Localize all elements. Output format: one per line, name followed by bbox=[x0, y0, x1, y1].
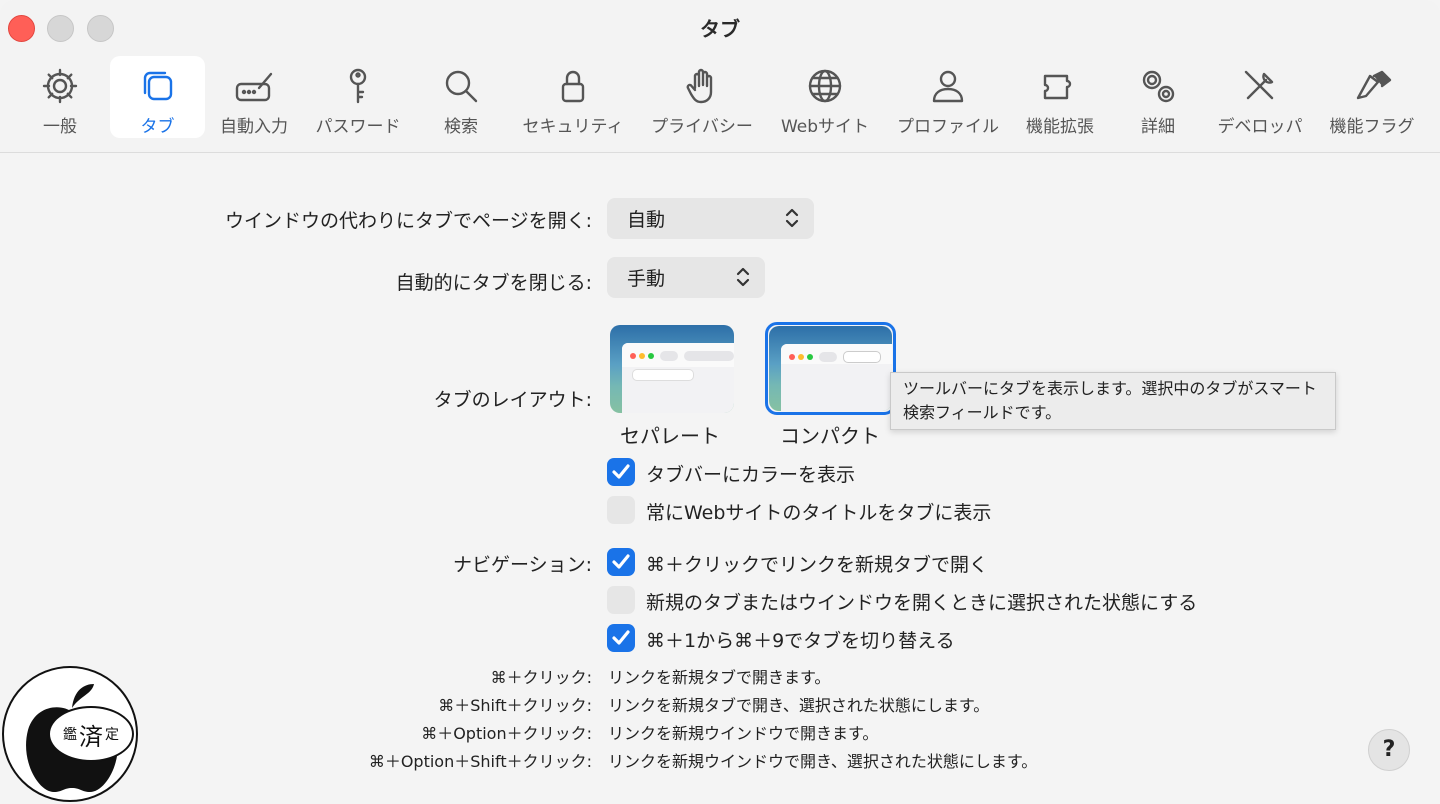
checkmark-icon bbox=[612, 554, 630, 569]
toolbar-label: プライバシー bbox=[651, 117, 753, 137]
toolbar-label: 機能フラグ bbox=[1329, 117, 1415, 137]
titlebar: タブ 一般 タブ 自動入力 パスワード 検索 セキュリティ プライバシー Web… bbox=[0, 0, 1440, 153]
toolbar-label: デベロッパ bbox=[1217, 117, 1303, 137]
toolbar-item-profiles[interactable]: プロファイル bbox=[892, 56, 1004, 138]
shortcut-desc: リンクを新規タブで開きます。 bbox=[608, 668, 831, 687]
toolbar-label: 一般 bbox=[43, 117, 77, 137]
layout-separate-caption: セパレート bbox=[620, 424, 720, 448]
show-title-label: 常にWebサイトのタイトルをタブに表示 bbox=[646, 502, 992, 524]
layout-compact-thumbnail[interactable] bbox=[769, 326, 892, 411]
tabs-icon bbox=[136, 64, 180, 108]
show-color-label: タブバーにカラーを表示 bbox=[646, 464, 856, 486]
toolbar-item-passwords[interactable]: パスワード bbox=[308, 56, 408, 138]
toolbar-item-search[interactable]: 検索 bbox=[425, 56, 497, 138]
gear-icon bbox=[38, 64, 82, 108]
shortcut-key: ⌘＋Shift＋クリック: bbox=[438, 696, 592, 715]
open-pages-value: 自動 bbox=[627, 209, 666, 231]
puzzle-icon bbox=[1038, 64, 1082, 108]
toolbar-item-security[interactable]: セキュリティ bbox=[518, 56, 628, 138]
layout-separate-thumbnail[interactable] bbox=[610, 325, 734, 413]
layout-tooltip: ツールバーにタブを表示します。選択中のタブがスマート検索フィールドです。 bbox=[890, 372, 1336, 430]
magnifier-icon bbox=[439, 64, 483, 108]
shortcut-desc: リンクを新規タブで開き、選択された状態にします。 bbox=[608, 696, 990, 715]
shortcut-key: ⌘＋Option＋Shift＋クリック: bbox=[368, 752, 592, 771]
auto-close-label: 自動的にタブを閉じる: bbox=[395, 272, 592, 294]
toolbar-label: プロファイル bbox=[897, 117, 999, 137]
toolbar-label: 詳細 bbox=[1141, 117, 1175, 137]
cmd-number-label: ⌘＋1から⌘＋9でタブを切り替える bbox=[646, 630, 955, 652]
show-color-checkbox[interactable] bbox=[607, 458, 635, 486]
shortcut-desc: リンクを新規ウインドウで開き、選択された状態にします。 bbox=[608, 752, 1038, 771]
lock-icon bbox=[551, 64, 595, 108]
checkmark-icon bbox=[612, 464, 630, 479]
key-icon bbox=[336, 64, 380, 108]
layout-compact-caption: コンパクト bbox=[780, 424, 880, 448]
select-new-tab-label: 新規のタブまたはウインドウを開くときに選択された状態にする bbox=[646, 592, 1198, 614]
toolbar-item-privacy[interactable]: プライバシー bbox=[646, 56, 758, 138]
toolbar-item-general[interactable]: 一般 bbox=[20, 56, 100, 138]
toolbar-label: Webサイト bbox=[780, 117, 870, 137]
tab-layout-label: タブのレイアウト: bbox=[433, 389, 592, 411]
appraisal-seal: 鑑 済 定 bbox=[48, 706, 134, 762]
toolbar-label: パスワード bbox=[315, 117, 401, 137]
toolbar-label: 検索 bbox=[444, 117, 478, 137]
toolbar-label: 機能拡張 bbox=[1026, 117, 1094, 137]
person-icon bbox=[926, 64, 970, 108]
toolbar-item-tabs[interactable]: タブ bbox=[110, 56, 205, 138]
toolbar-label: タブ bbox=[140, 117, 175, 137]
select-new-tab-checkbox[interactable] bbox=[607, 586, 635, 614]
preferences-window: タブ 一般 タブ 自動入力 パスワード 検索 セキュリティ プライバシー Web… bbox=[0, 0, 1440, 804]
chevron-up-down-icon bbox=[784, 206, 800, 230]
auto-close-value: 手動 bbox=[627, 268, 666, 290]
toolbar-item-websites[interactable]: Webサイト bbox=[774, 56, 876, 138]
hand-icon bbox=[680, 64, 724, 108]
cmd-click-label: ⌘＋クリックでリンクを新規タブで開く bbox=[646, 554, 989, 576]
checkmark-icon bbox=[612, 630, 630, 645]
help-button[interactable]: ? bbox=[1368, 729, 1410, 771]
open-pages-label: ウインドウの代わりにタブでページを開く: bbox=[224, 210, 592, 232]
autofill-icon bbox=[232, 64, 276, 108]
toolbar-label: 自動入力 bbox=[220, 117, 288, 137]
window-title: タブ bbox=[700, 17, 740, 41]
cmd-number-checkbox[interactable] bbox=[607, 624, 635, 652]
gears-icon bbox=[1136, 64, 1180, 108]
shortcut-key: ⌘＋Option＋クリック: bbox=[421, 724, 592, 743]
auto-close-popup[interactable]: 手動 bbox=[607, 257, 765, 298]
show-title-checkbox[interactable] bbox=[607, 496, 635, 524]
chevron-up-down-icon bbox=[735, 265, 751, 289]
tools-icon bbox=[1238, 64, 1282, 108]
toolbar-item-extensions[interactable]: 機能拡張 bbox=[1020, 56, 1100, 138]
shortcut-key: ⌘＋クリック: bbox=[490, 668, 592, 687]
toolbar-item-developer[interactable]: デベロッパ bbox=[1212, 56, 1308, 138]
toolbar-item-autofill[interactable]: 自動入力 bbox=[214, 56, 294, 138]
toolbar-item-advanced[interactable]: 詳細 bbox=[1122, 56, 1194, 138]
open-pages-popup[interactable]: 自動 bbox=[607, 198, 814, 239]
toolbar-item-feature-flags[interactable]: 機能フラグ bbox=[1324, 56, 1420, 138]
toolbar-label: セキュリティ bbox=[522, 117, 624, 137]
shortcut-desc: リンクを新規ウインドウで開きます。 bbox=[608, 724, 879, 743]
flags-icon bbox=[1350, 64, 1394, 108]
globe-icon bbox=[803, 64, 847, 108]
cmd-click-checkbox[interactable] bbox=[607, 548, 635, 576]
navigation-label: ナビゲーション: bbox=[452, 554, 592, 576]
